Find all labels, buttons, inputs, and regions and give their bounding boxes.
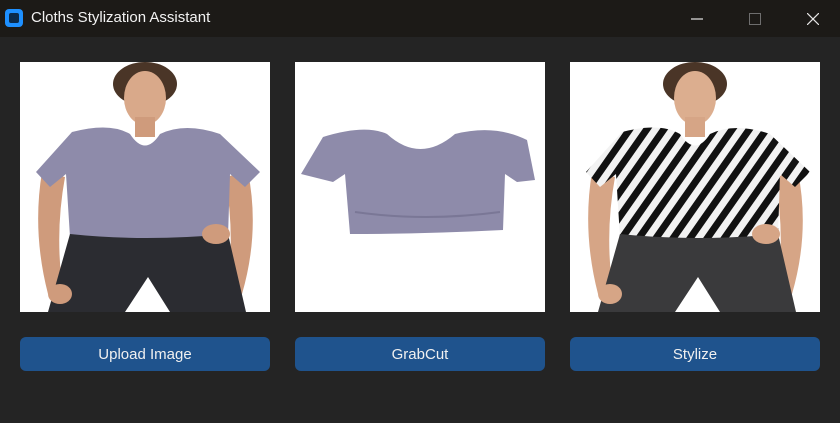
stylize-button[interactable]: Stylize (570, 337, 820, 371)
photo-model-tshirt-icon (36, 62, 260, 312)
title-bar: Cloths Stylization Assistant (0, 0, 840, 37)
app-icon (5, 9, 23, 27)
original-image-panel (20, 62, 270, 312)
upload-image-button[interactable]: Upload Image (20, 337, 270, 371)
photo-model-patterned-shirt-icon (586, 62, 810, 312)
maximize-icon (749, 12, 761, 25)
close-icon (807, 12, 819, 25)
grabcut-button[interactable]: GrabCut (295, 337, 545, 371)
maximize-button[interactable] (726, 0, 784, 37)
minimize-button[interactable] (668, 0, 726, 37)
stylized-image-panel (570, 62, 820, 312)
close-button[interactable] (784, 0, 840, 37)
minimize-icon (691, 17, 703, 20)
tshirt-cutout-icon (301, 129, 535, 234)
grabcut-image-panel (295, 62, 545, 312)
window-title: Cloths Stylization Assistant (31, 9, 211, 26)
